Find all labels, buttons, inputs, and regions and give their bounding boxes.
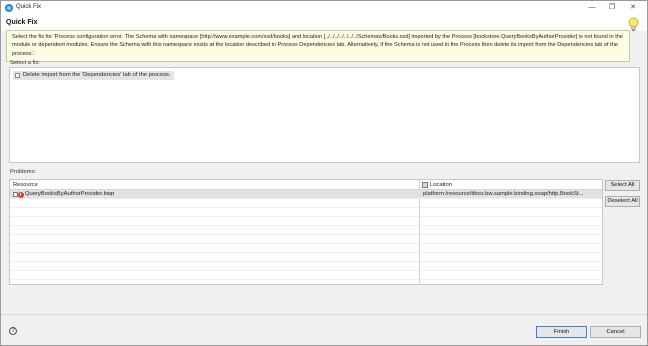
table-row[interactable]: QueryBooksByAuthorProvider.bwp platform:… bbox=[10, 190, 602, 199]
empty-row bbox=[10, 253, 602, 262]
location-column-icon bbox=[422, 182, 428, 188]
error-icon bbox=[18, 192, 24, 198]
fix-list[interactable]: Delete import from the 'Dependencies' ta… bbox=[9, 67, 640, 163]
empty-row bbox=[10, 226, 602, 235]
dialog-header: Quick Fix bbox=[1, 15, 647, 31]
empty-row bbox=[10, 235, 602, 244]
empty-row bbox=[10, 208, 602, 217]
close-button[interactable]: ✕ bbox=[625, 2, 641, 14]
column-header-location[interactable]: Location bbox=[422, 181, 452, 189]
title-bar: Quick Fix — ❐ ✕ bbox=[1, 1, 647, 15]
column-header-location-label: Location bbox=[430, 182, 452, 188]
minimize-button[interactable]: — bbox=[584, 2, 600, 14]
help-icon[interactable]: ? bbox=[9, 327, 17, 335]
problems-table: Resource Location QueryBooksByAuthorProv… bbox=[9, 179, 603, 285]
problem-description: Select the fix for 'Process configuratio… bbox=[6, 30, 630, 62]
empty-row bbox=[10, 271, 602, 280]
empty-row bbox=[10, 217, 602, 226]
finish-button[interactable]: Finish bbox=[536, 326, 587, 338]
table-header: Resource Location bbox=[10, 180, 602, 190]
fix-item-label: Delete import from the 'Dependencies' ta… bbox=[23, 72, 171, 78]
quick-fix-window: Quick Fix — ❐ ✕ Quick Fix Select the fix… bbox=[0, 0, 648, 346]
window-title: Quick Fix bbox=[16, 4, 42, 10]
app-icon bbox=[5, 4, 13, 12]
problems-label: Problems: bbox=[10, 169, 37, 175]
cancel-button[interactable]: Cancel bbox=[590, 326, 641, 338]
select-all-button[interactable]: Select All bbox=[605, 180, 640, 191]
deselect-all-button[interactable]: Deselect All bbox=[605, 196, 640, 207]
empty-row bbox=[10, 199, 602, 208]
empty-row bbox=[10, 262, 602, 271]
resource-cell: QueryBooksByAuthorProvider.bwp bbox=[13, 190, 114, 199]
fix-item-delete-import[interactable]: Delete import from the 'Dependencies' ta… bbox=[13, 71, 174, 80]
fix-icon bbox=[15, 73, 20, 78]
dialog-title: Quick Fix bbox=[6, 19, 38, 26]
empty-row bbox=[10, 244, 602, 253]
maximize-button[interactable]: ❐ bbox=[604, 2, 620, 14]
footer-divider bbox=[1, 314, 647, 315]
column-header-resource[interactable]: Resource bbox=[13, 181, 38, 189]
location-cell: platform:/resource/tibco.bw.sample.bindi… bbox=[423, 191, 584, 197]
resource-name: QueryBooksByAuthorProvider.bwp bbox=[25, 191, 115, 197]
select-fix-label: Select a fix: bbox=[10, 60, 40, 66]
